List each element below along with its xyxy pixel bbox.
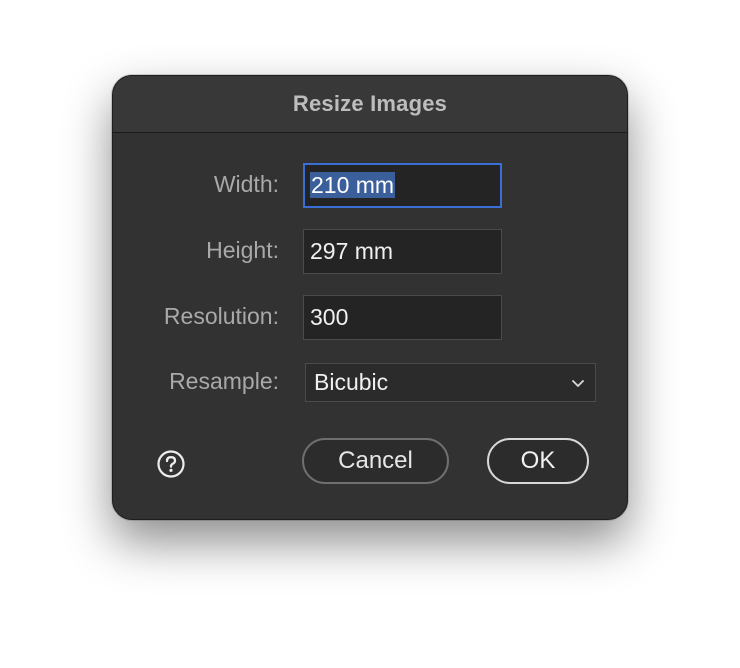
- height-input[interactable]: 297 mm: [303, 229, 502, 274]
- resample-value: Bicubic: [314, 369, 389, 395]
- resample-select[interactable]: Bicubic: [305, 363, 596, 402]
- width-value: 210 mm: [310, 172, 396, 198]
- resolution-input[interactable]: 300: [303, 295, 502, 340]
- screen: Resize Images Width: 210 mm Height: 297 …: [0, 0, 740, 668]
- resample-label: Resample:: [169, 368, 279, 394]
- resize-images-dialog: Resize Images Width: 210 mm Height: 297 …: [112, 75, 628, 520]
- width-input[interactable]: 210 mm: [303, 163, 502, 208]
- cancel-button[interactable]: Cancel: [302, 438, 449, 484]
- chevron-down-icon: [572, 380, 584, 387]
- dialog-titlebar: Resize Images: [113, 76, 627, 133]
- height-value: 297 mm: [310, 238, 394, 264]
- resolution-value: 300: [310, 304, 349, 330]
- height-label: Height:: [206, 237, 279, 263]
- help-icon[interactable]: [156, 449, 186, 479]
- ok-button[interactable]: OK: [487, 438, 589, 484]
- resolution-label: Resolution:: [163, 303, 279, 329]
- dialog-title: Resize Images: [292, 91, 448, 116]
- width-label: Width:: [213, 171, 279, 197]
